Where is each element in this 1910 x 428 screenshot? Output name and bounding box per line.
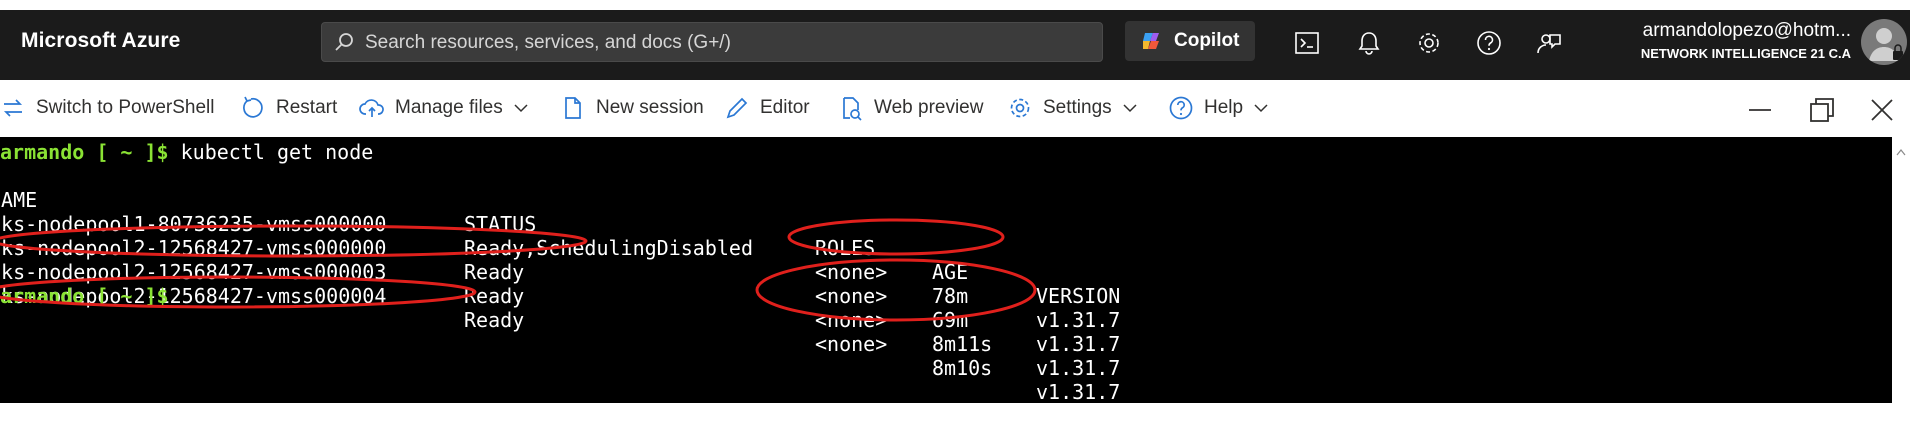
command-line: armando [ ~ ]$ kubectl get node (0, 140, 373, 164)
node-version: v1.31.7 (1036, 356, 1121, 380)
web-preview-button[interactable]: Web preview (838, 93, 983, 123)
node-age: 78m (932, 284, 969, 308)
editor-label: Editor (760, 97, 810, 118)
cloud-shell-icon[interactable] (1293, 29, 1325, 61)
column-header-age: AGE (932, 260, 969, 284)
scroll-up-arrow-icon[interactable] (1896, 143, 1906, 161)
node-roles: <none> (815, 308, 888, 332)
azure-brand[interactable]: Microsoft Azure (21, 29, 180, 53)
node-roles: <none> (815, 332, 888, 356)
feedback-icon[interactable] (1535, 29, 1567, 61)
help-icon (1169, 96, 1193, 120)
settings-gear-icon (1010, 98, 1030, 118)
switch-to-powershell-button[interactable]: Switch to PowerShell (0, 93, 214, 123)
minimize-icon[interactable] (1746, 96, 1774, 124)
account-directory: NETWORK INTELLIGENCE 21 C.A (1640, 46, 1851, 61)
search-icon (334, 32, 354, 57)
settings-button[interactable]: Settings (1007, 93, 1138, 123)
copilot-button[interactable]: Copilot (1125, 21, 1255, 61)
node-age: 8m11s (932, 332, 993, 356)
node-name: aks-nodepool1-80736235-vmss000000 (0, 212, 387, 236)
restart-button[interactable]: Restart (240, 93, 337, 123)
column-header-roles: ROLES (815, 236, 876, 260)
table-row: aks-nodepool1-80736235-vmss000000 Ready,… (0, 188, 1120, 332)
chevron-down-icon (514, 104, 528, 113)
cloud-upload-icon (359, 99, 384, 117)
restart-icon (243, 96, 263, 118)
browser-top-strip (0, 0, 1910, 10)
node-age: 69m (932, 308, 969, 332)
table-row: aks-nodepool2-12568427-vmss000003 Ready … (0, 236, 1120, 380)
node-name: aks-nodepool2-12568427-vmss000003 (0, 260, 387, 284)
table-header-row: NAME STATUS ROLES AGE VERSION (0, 164, 1120, 308)
help-label: Help (1204, 97, 1244, 118)
switch-to-powershell-label: Switch to PowerShell (36, 97, 215, 118)
node-status: Ready,SchedulingDisabled (464, 236, 753, 260)
command-text: kubectl get node (168, 140, 374, 164)
settings-gear-icon[interactable] (1415, 29, 1447, 61)
manage-files-label: Manage files (395, 97, 503, 118)
new-session-icon (565, 97, 581, 119)
account-name: armandolopezo@hotm... (1642, 20, 1851, 41)
terminal-scrollbar[interactable] (1892, 137, 1910, 403)
pencil-icon (726, 97, 748, 119)
column-header-status: STATUS (464, 212, 537, 236)
close-icon[interactable] (1868, 96, 1896, 124)
web-preview-icon (843, 97, 862, 121)
node-status: Ready (464, 308, 525, 332)
node-age: 8m10s (932, 356, 993, 380)
copilot-logo-icon (1141, 31, 1163, 56)
settings-label: Settings (1043, 97, 1112, 118)
chevron-down-icon (1254, 104, 1268, 113)
node-version: v1.31.7 (1036, 380, 1121, 404)
table-row: aks-nodepool2-12568427-vmss000000 Ready … (0, 212, 1120, 356)
help-button[interactable]: Help (1168, 93, 1269, 123)
help-icon[interactable] (1475, 29, 1507, 61)
avatar[interactable] (1861, 19, 1907, 65)
copilot-label: Copilot (1174, 30, 1240, 51)
manage-files-button[interactable]: Manage files (359, 93, 529, 123)
column-header-version: VERSION (1036, 284, 1121, 308)
restore-window-icon[interactable] (1808, 96, 1836, 124)
cloud-shell-toolbar: Switch to PowerShell Restart Manage file… (0, 80, 1910, 137)
node-status: Ready (464, 284, 525, 308)
node-version: v1.31.7 (1036, 308, 1121, 332)
azure-top-bar: Microsoft Azure Search resources, servic… (0, 10, 1910, 88)
global-search-box[interactable]: Search resources, services, and docs (G+… (321, 22, 1103, 62)
node-roles: <none> (815, 284, 888, 308)
editor-button[interactable]: Editor (724, 93, 810, 123)
annotation-ellipse-row4-roles-age (755, 258, 1037, 322)
search-placeholder: Search resources, services, and docs (G+… (365, 32, 731, 53)
web-preview-label: Web preview (874, 97, 984, 118)
terminal-output[interactable]: armando [ ~ ]$ kubectl get node NAME STA… (0, 137, 1892, 404)
final-prompt-line: armando [ ~ ]$ (0, 284, 169, 308)
restart-label: Restart (276, 97, 338, 118)
new-session-button[interactable]: New session (560, 93, 704, 123)
node-name: aks-nodepool2-12568427-vmss000000 (0, 236, 387, 260)
terminal-prompt: armando [ ~ ]$ (0, 140, 169, 164)
notifications-bell-icon[interactable] (1355, 29, 1387, 61)
switch-arrows-icon (3, 99, 23, 117)
account-info[interactable]: armandolopezo@hotm... NETWORK INTELLIGEN… (1641, 20, 1851, 61)
new-session-label: New session (596, 97, 704, 118)
node-roles: <none> (815, 260, 888, 284)
chevron-down-icon (1123, 104, 1137, 113)
node-status: Ready (464, 260, 525, 284)
table-row: aks-nodepool2-12568427-vmss000004 Ready … (0, 260, 1120, 404)
node-version: v1.31.7 (1036, 332, 1121, 356)
terminal-prompt: armando [ ~ ]$ (0, 284, 169, 308)
